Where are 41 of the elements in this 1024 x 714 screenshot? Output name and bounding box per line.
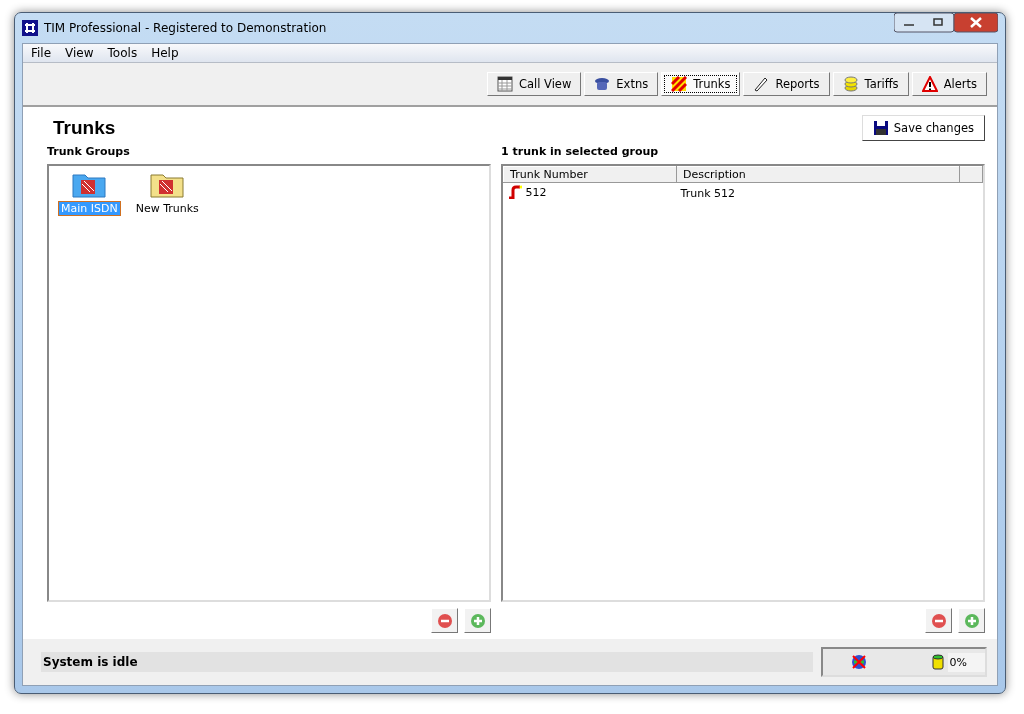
- section-heading: Trunk Groups: [47, 145, 131, 158]
- toolbar-button[interactable]: Trunks: [661, 72, 741, 96]
- globe-crossed-icon: [851, 654, 867, 670]
- window-controls-drawing[interactable]: [894, 13, 998, 33]
- window-title: TIM Professional - Registered to Demonstration: [44, 21, 327, 35]
- warning-icon: [921, 76, 938, 92]
- menu-item[interactable]: View: [60, 46, 99, 60]
- phone-icon: [594, 76, 611, 92]
- column-header[interactable]: Trunk Number: [503, 166, 677, 183]
- menu-item[interactable]: File: [26, 46, 57, 60]
- coins-icon: [842, 76, 859, 92]
- plus-icon: [469, 612, 486, 629]
- column-header[interactable]: Description: [676, 166, 960, 183]
- add-button[interactable]: [464, 608, 492, 633]
- toolbar-button[interactable]: Reports: [743, 72, 830, 96]
- table-cell: 512: [525, 185, 547, 199]
- page-title: Trunks: [53, 117, 116, 139]
- toolbar-button[interactable]: Call View: [486, 72, 582, 96]
- remove-button[interactable]: [431, 608, 459, 633]
- pen-icon: [753, 76, 770, 92]
- toolbar-button[interactable]: Tariffs: [832, 72, 909, 96]
- usage-percentage: 0%: [947, 652, 985, 672]
- toolbar-button[interactable]: Alerts: [911, 72, 987, 96]
- status-message: System is idle: [41, 652, 813, 672]
- cylinder-icon: [931, 654, 944, 670]
- stripes-icon: [671, 76, 688, 92]
- table-icon: [496, 76, 513, 92]
- table-cell: Trunk 512: [676, 182, 960, 204]
- trunk-icon: [507, 185, 522, 199]
- menu-item[interactable]: Tools: [102, 46, 143, 60]
- menu-item[interactable]: Help: [146, 46, 184, 60]
- minus-icon: [930, 612, 947, 629]
- add-button[interactable]: [958, 608, 985, 633]
- save-button[interactable]: Save changes: [861, 115, 985, 141]
- folder-label[interactable]: New Trunks: [133, 202, 201, 215]
- plus-icon: [963, 612, 980, 629]
- minus-icon: [436, 612, 453, 629]
- app-icon: [22, 20, 38, 36]
- section-heading: 1 trunk in selected group: [501, 145, 660, 158]
- remove-button[interactable]: [925, 608, 952, 633]
- toolbar-button[interactable]: Extns: [584, 72, 659, 96]
